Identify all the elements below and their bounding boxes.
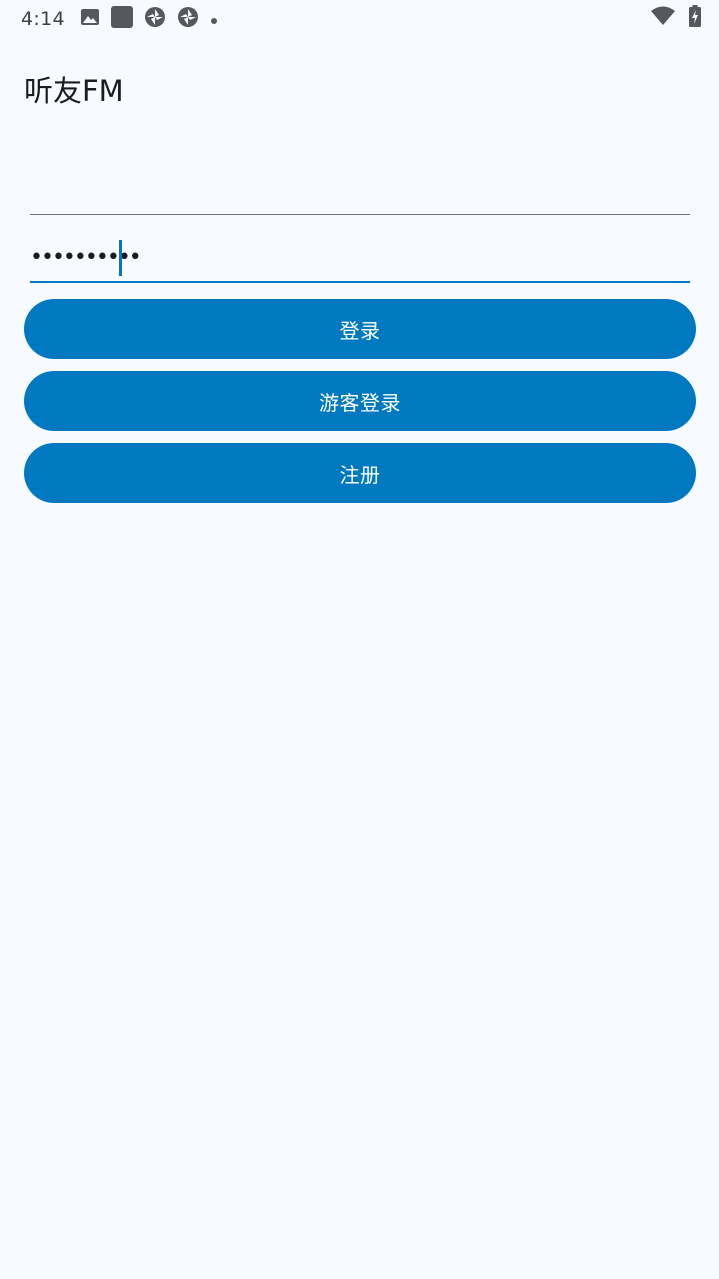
system-icons [651, 5, 701, 31]
status-time: 4:14 [21, 8, 65, 30]
dot-icon [210, 10, 218, 29]
wifi-icon [651, 6, 675, 30]
password-field[interactable]: •••••••••• [30, 236, 690, 283]
status-bar: 4:14 [0, 0, 719, 40]
aperture-icon [144, 6, 166, 32]
app-title: 听友FM [24, 74, 124, 108]
text-caret [119, 240, 122, 276]
guest-login-button[interactable]: 游客登录 [24, 371, 696, 431]
username-field[interactable] [30, 168, 690, 215]
login-button[interactable]: 登录 [24, 299, 696, 359]
battery-charging-icon [689, 5, 701, 31]
square-app-icon [111, 6, 133, 32]
password-value: •••••••••• [30, 245, 142, 270]
aperture-icon [177, 6, 199, 32]
notification-icons [80, 6, 229, 32]
image-icon [80, 7, 100, 31]
register-button[interactable]: 注册 [24, 443, 696, 503]
